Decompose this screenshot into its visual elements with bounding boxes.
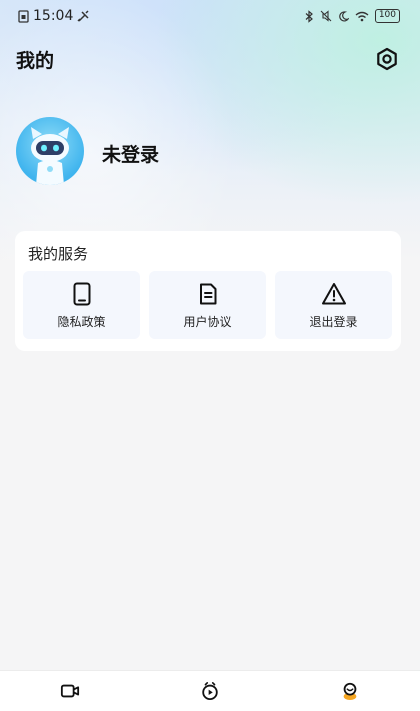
avatar[interactable] — [16, 117, 84, 185]
services-title: 我的服务 — [28, 245, 89, 263]
bluetooth-icon — [305, 9, 313, 23]
profile-icon — [343, 682, 357, 701]
robot-cat-avatar-icon — [31, 127, 69, 185]
logout-label: 退出登录 — [309, 314, 358, 329]
mute-icon — [320, 10, 332, 22]
warning-icon — [321, 282, 346, 304]
status-time: 15:04 — [33, 8, 74, 24]
wifi-icon — [355, 11, 369, 21]
play-circle-icon — [202, 681, 218, 701]
tab-profile[interactable] — [320, 671, 380, 711]
bottom-tab-bar — [0, 670, 420, 711]
document-icon — [199, 283, 216, 304]
privacy-policy-label: 隐私政策 — [57, 314, 106, 329]
status-bar: 15:04 100 — [0, 0, 420, 32]
video-icon — [60, 684, 80, 698]
privacy-policy-button[interactable]: 隐私政策 — [23, 271, 140, 339]
tab-play[interactable] — [180, 671, 240, 711]
tab-video[interactable] — [40, 671, 100, 711]
settings-icon[interactable] — [374, 46, 400, 72]
tools-icon — [77, 9, 89, 22]
sim-icon — [18, 9, 29, 23]
username-label[interactable]: 未登录 — [102, 140, 159, 167]
logout-button[interactable]: 退出登录 — [275, 271, 392, 339]
battery-indicator: 100 — [374, 9, 400, 23]
page-title: 我的 — [16, 50, 55, 72]
user-agreement-button[interactable]: 用户协议 — [149, 271, 266, 339]
phone-icon — [73, 282, 90, 305]
moon-icon — [339, 10, 349, 21]
services-card: 我的服务 隐私政策 用户协议 退出登录 — [15, 231, 401, 351]
user-agreement-label: 用户协议 — [183, 314, 232, 329]
